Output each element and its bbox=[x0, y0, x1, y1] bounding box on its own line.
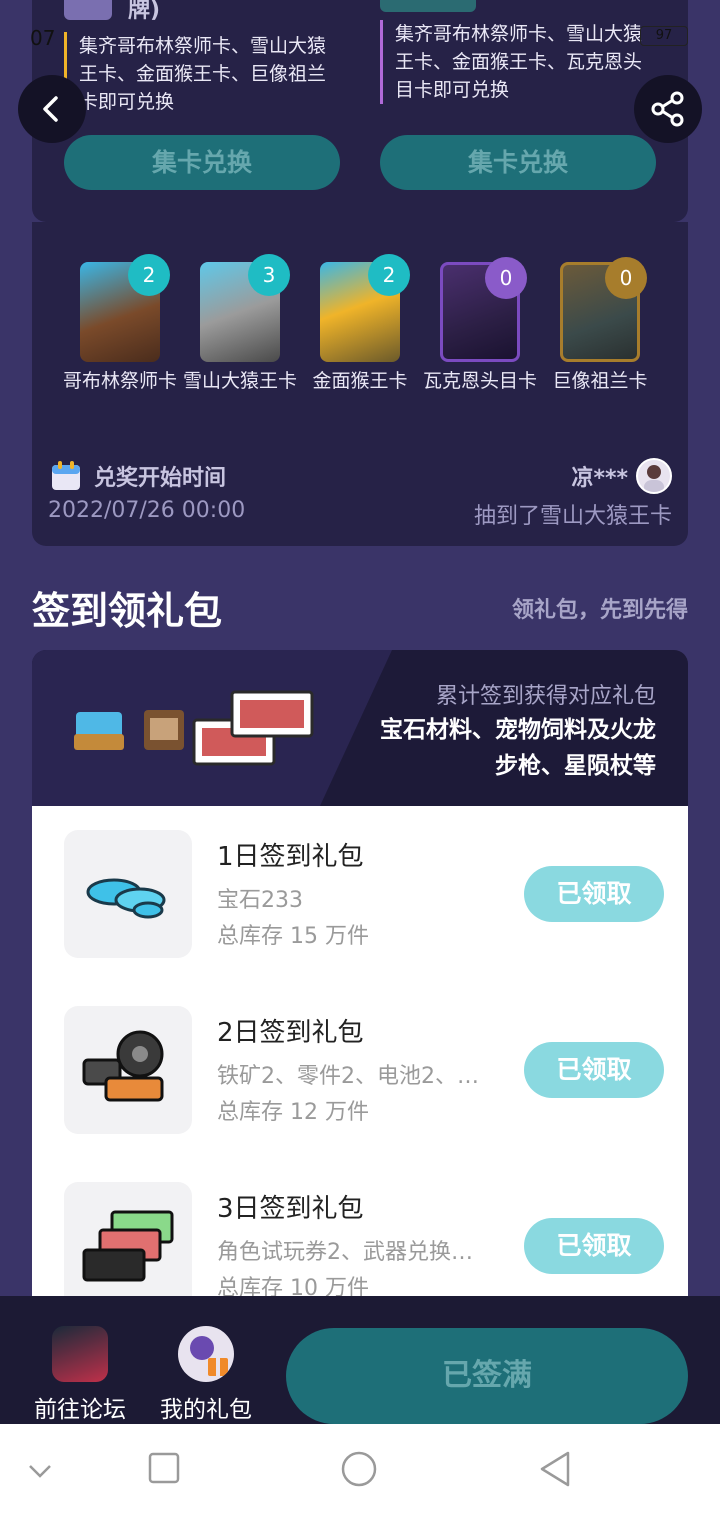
collection-card[interactable]: 3 雪山大猿王卡 bbox=[180, 254, 300, 394]
gift-illustration-area bbox=[32, 650, 392, 806]
battery-indicator: 97 bbox=[640, 26, 688, 46]
collection-card[interactable]: 2 金面猴王卡 bbox=[300, 254, 420, 394]
share-icon bbox=[651, 91, 684, 127]
gift-content: 角色试玩券2、武器兑换… bbox=[217, 1240, 473, 1265]
bottom-action-bar: 前往论坛 我的礼包 已签满 bbox=[0, 1296, 720, 1424]
section-subtitle: 领礼包，先到先得 bbox=[511, 598, 688, 623]
list-item: 3日签到礼包 角色试玩券2、武器兑换… 总库存 10 万件 已领取 bbox=[64, 1182, 664, 1296]
winner-message: 抽到了雪山大猿王卡 bbox=[473, 504, 672, 529]
voucher-icon bbox=[82, 1210, 174, 1282]
claimed-button[interactable]: 已领取 bbox=[524, 866, 664, 922]
calendar-icon bbox=[52, 461, 80, 490]
card-count-badge: 0 bbox=[605, 257, 647, 299]
list-item: 1日签到礼包 宝石233 总库存 15 万件 已领取 bbox=[64, 830, 664, 958]
collection-card[interactable]: 0 瓦克恩头目卡 bbox=[420, 257, 540, 394]
share-button[interactable] bbox=[634, 75, 702, 143]
materials-icon bbox=[82, 1030, 164, 1102]
gift-thumbnail bbox=[64, 1182, 192, 1296]
forum-link[interactable]: 前往论坛 bbox=[32, 1326, 128, 1424]
collect-exchange-button[interactable]: 集卡兑换 bbox=[64, 135, 340, 190]
forum-app-icon bbox=[52, 1326, 108, 1382]
exchange-card-title: 牌) bbox=[128, 0, 161, 23]
gift-header-banner: 累计签到获得对应礼包 宝石材料、宠物饲料及火龙步枪、星陨杖等 bbox=[32, 650, 688, 806]
gift-stock: 总库存 12 万件 bbox=[217, 1100, 369, 1125]
status-time: 07 bbox=[30, 26, 56, 50]
redeem-start-date: 2022/07/26 00:00 bbox=[48, 498, 246, 523]
claimed-button[interactable]: 已领取 bbox=[524, 1042, 664, 1098]
gift-illustration bbox=[74, 690, 314, 766]
gift-list: 1日签到礼包 宝石233 总库存 15 万件 已领取 2日签到礼包 铁矿2、零件… bbox=[32, 806, 688, 1296]
gift-name: 2日签到礼包 bbox=[217, 1018, 364, 1048]
card-count-badge: 0 bbox=[485, 257, 527, 299]
colossus-zulan-card-image: 0 bbox=[560, 257, 647, 362]
card-name: 哥布林祭师卡 bbox=[62, 370, 177, 392]
list-item: 2日签到礼包 铁矿2、零件2、电池2、… 总库存 12 万件 已领取 bbox=[64, 1006, 664, 1134]
collection-card[interactable]: 2 哥布林祭师卡 bbox=[60, 254, 180, 394]
section-title: 签到领礼包 bbox=[32, 589, 223, 633]
reward-thumbnail bbox=[64, 0, 112, 20]
chevron-left-icon bbox=[43, 96, 58, 122]
gift-thumbnail bbox=[64, 830, 192, 958]
my-gifts-label: 我的礼包 bbox=[160, 1397, 252, 1423]
gift-stock: 总库存 10 万件 bbox=[217, 1276, 369, 1296]
my-gifts-link[interactable]: 我的礼包 bbox=[158, 1326, 254, 1424]
gift-header-caption: 累计签到获得对应礼包 bbox=[435, 684, 656, 709]
home-icon[interactable] bbox=[340, 1450, 378, 1488]
exchange-card-desc: 集齐哥布林祭师卡、雪山大猿王卡、金面猴王卡、瓦克恩头目卡即可兑换 bbox=[380, 20, 656, 104]
card-collection-panel: 2 哥布林祭师卡 3 雪山大猿王卡 2 金面猴王卡 0 瓦克恩头目卡 0 巨像祖… bbox=[32, 222, 688, 546]
card-name: 瓦克恩头目卡 bbox=[422, 370, 537, 392]
collect-exchange-button[interactable]: 集卡兑换 bbox=[380, 135, 656, 190]
gift-header-highlight: 宝石材料、宠物饲料及火龙步枪、星陨杖等 bbox=[380, 717, 656, 779]
golden-monkey-king-card-image: 2 bbox=[320, 254, 410, 362]
gift-thumbnail bbox=[64, 1006, 192, 1134]
winner-name: 凉*** bbox=[571, 466, 628, 491]
vakon-chief-card-image: 0 bbox=[440, 257, 527, 362]
gift-box-icon bbox=[190, 1336, 228, 1376]
avatar bbox=[636, 458, 672, 494]
chevron-down-icon[interactable] bbox=[28, 1462, 52, 1482]
gift-content: 宝石233 bbox=[217, 888, 303, 913]
system-nav-bar bbox=[0, 1424, 720, 1520]
card-name: 金面猴王卡 bbox=[312, 370, 408, 392]
forum-label: 前往论坛 bbox=[34, 1397, 126, 1423]
avatar bbox=[178, 1326, 234, 1382]
back-nav-icon[interactable] bbox=[538, 1450, 572, 1488]
card-count-badge: 2 bbox=[128, 254, 170, 296]
reward-thumbnail bbox=[380, 0, 476, 12]
claimed-button[interactable]: 已领取 bbox=[524, 1218, 664, 1274]
redeem-start-label: 兑奖开始时间 bbox=[94, 466, 227, 491]
card-count-badge: 2 bbox=[368, 254, 410, 296]
signed-full-button[interactable]: 已签满 bbox=[286, 1328, 688, 1424]
gift-stock: 总库存 15 万件 bbox=[217, 924, 369, 949]
card-count-badge: 3 bbox=[248, 254, 290, 296]
gem-icon bbox=[86, 878, 166, 919]
exchange-card-desc: 集齐哥布林祭师卡、雪山大猿王卡、金面猴王卡、巨像祖兰卡即可兑换 bbox=[64, 32, 340, 116]
gift-name: 1日签到礼包 bbox=[217, 842, 364, 872]
collection-card[interactable]: 0 巨像祖兰卡 bbox=[540, 257, 660, 394]
goblin-priest-card-image: 2 bbox=[80, 254, 170, 362]
gift-name: 3日签到礼包 bbox=[217, 1194, 364, 1224]
recent-apps-icon[interactable] bbox=[148, 1452, 180, 1484]
snow-ape-king-card-image: 3 bbox=[200, 254, 290, 362]
card-name: 雪山大猿王卡 bbox=[182, 370, 297, 392]
back-button[interactable] bbox=[18, 75, 86, 143]
card-name: 巨像祖兰卡 bbox=[552, 370, 648, 392]
gift-content: 铁矿2、零件2、电池2、… bbox=[217, 1064, 479, 1089]
